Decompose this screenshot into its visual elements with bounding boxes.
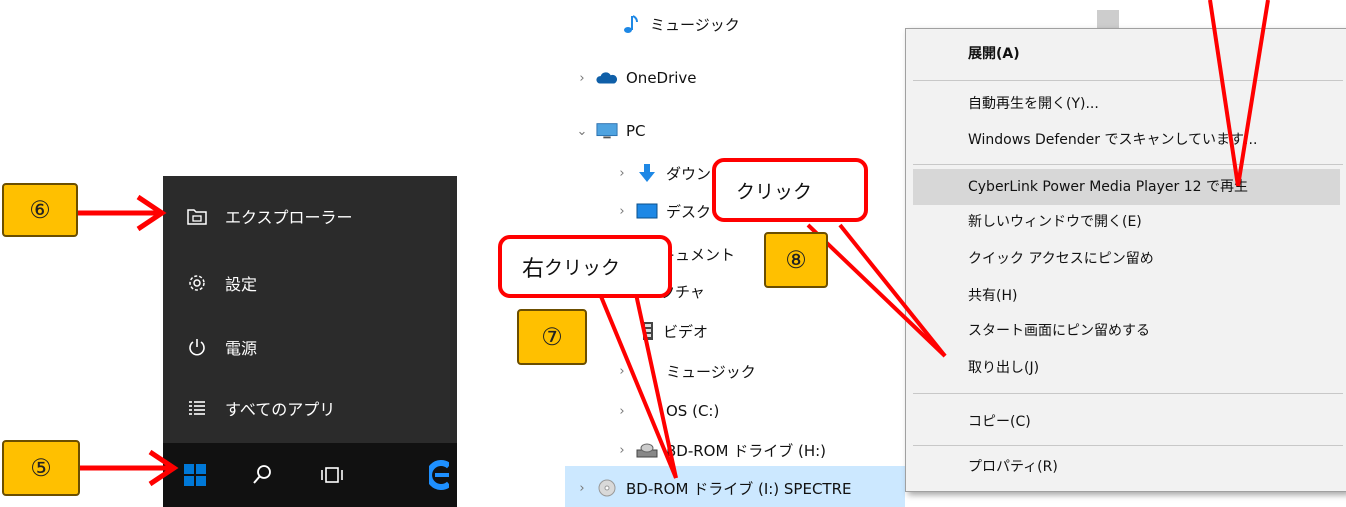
chevron-right-icon[interactable]: › <box>614 443 630 458</box>
arrow-to-start <box>80 449 179 487</box>
tree-item-music[interactable]: › ミュージック <box>614 353 756 389</box>
optical-drive-icon <box>636 441 658 459</box>
chevron-right-icon[interactable]: › <box>614 364 630 379</box>
callout-text: クリック <box>736 180 813 203</box>
step-6-marker: ⑥ <box>2 183 78 237</box>
chevron-right-icon[interactable]: › <box>614 204 630 219</box>
menu-item-open-new-window[interactable]: 新しいウィンドウで開く(E) <box>905 204 1346 240</box>
menu-item-pin-quick-access[interactable]: クイック アクセスにピン留め <box>905 241 1346 277</box>
tree-item-label: デスク <box>666 202 712 221</box>
start-item-label: 設定 <box>225 275 258 294</box>
desktop-icon <box>636 202 658 220</box>
menu-item-defender-scan[interactable]: Windows Defender でスキャンしています... <box>905 122 1346 158</box>
music-note-icon <box>620 15 642 33</box>
chevron-right-icon[interactable]: › <box>574 71 590 86</box>
tree-item-music-top[interactable]: ミュージック <box>614 6 740 42</box>
start-item-explorer[interactable]: エクスプローラー <box>163 190 457 242</box>
right-click-callout: 右クリック <box>498 235 672 298</box>
menu-separator <box>913 80 1343 81</box>
start-item-label: 電源 <box>225 339 258 358</box>
arrow-to-explorer <box>78 194 167 232</box>
start-item-label: エクスプローラー <box>225 208 353 227</box>
menu-item-pin-start[interactable]: スタート画面にピン留めする <box>905 313 1346 349</box>
search-icon[interactable] <box>227 443 297 507</box>
task-view-icon[interactable] <box>297 443 367 507</box>
tree-item-label: ミュージック <box>666 362 756 381</box>
callout-prefix: 右 <box>522 256 545 282</box>
tree-item-label: ダウン <box>666 164 712 183</box>
menu-separator <box>913 164 1343 165</box>
tree-item-desktop[interactable]: › デスク <box>614 193 711 229</box>
start-item-power[interactable]: 電源 <box>163 321 457 373</box>
tree-item-videos[interactable]: ビデオ <box>637 313 708 349</box>
music-note-icon <box>636 362 658 380</box>
start-item-all-apps[interactable]: すべてのアプリ <box>163 382 457 434</box>
menu-item-copy[interactable]: コピー(C) <box>905 404 1346 440</box>
tree-item-label: BD-ROM ドライブ (I:) SPECTRE <box>626 479 852 498</box>
chevron-right-icon[interactable]: › <box>614 404 630 419</box>
tree-item-label: ビデオ <box>663 322 709 341</box>
drive-icon <box>636 402 658 420</box>
menu-item-eject[interactable]: 取り出し(J) <box>905 350 1346 386</box>
callout-text: クリック <box>544 257 621 279</box>
power-icon <box>187 337 207 357</box>
chevron-down-icon[interactable]: ⌄ <box>574 124 590 139</box>
tree-item-downloads[interactable]: › ダウン <box>614 155 711 191</box>
menu-item-share[interactable]: 共有(H) <box>905 278 1346 314</box>
tree-item-pc[interactable]: ⌄ PC <box>574 113 646 149</box>
step-7-marker: ⑦ <box>517 309 587 365</box>
downloads-icon <box>636 164 658 182</box>
menu-item-autoplay[interactable]: 自動再生を開く(Y)... <box>905 86 1346 122</box>
all-apps-icon <box>187 398 207 418</box>
videos-icon <box>637 322 659 340</box>
windows-start-icon[interactable] <box>163 443 227 507</box>
step-5-marker: ⑤ <box>2 440 80 496</box>
click-callout: クリック <box>712 158 868 222</box>
menu-separator <box>913 393 1343 394</box>
pc-monitor-icon <box>596 122 618 140</box>
disc-icon <box>596 479 618 497</box>
chevron-right-icon[interactable]: › <box>574 481 590 496</box>
tree-item-label: BD-ROM ドライブ (H:) <box>666 441 826 460</box>
tree-item-bd-rom-h[interactable]: › BD-ROM ドライブ (H:) <box>614 432 826 468</box>
chevron-right-icon[interactable]: › <box>614 166 630 181</box>
onedrive-cloud-icon <box>596 69 618 87</box>
tree-item-label: ミュージック <box>650 15 740 34</box>
file-explorer-icon <box>187 206 207 226</box>
tree-item-bd-rom-i[interactable]: › BD-ROM ドライブ (I:) SPECTRE <box>574 470 852 506</box>
menu-separator <box>913 445 1343 446</box>
menu-item-cyberlink-play[interactable]: CyberLink Power Media Player 12 で再生 <box>905 169 1346 205</box>
step-8-marker: ⑧ <box>764 232 828 288</box>
menu-item-expand[interactable]: 展開(A) <box>905 36 1346 72</box>
tree-item-label: PC <box>626 122 646 140</box>
start-item-label: すべてのアプリ <box>225 400 336 419</box>
start-item-settings[interactable]: 設定 <box>163 257 457 309</box>
tree-item-label: OS (C:) <box>666 402 720 420</box>
tree-item-label: OneDrive <box>626 69 697 87</box>
scrollbar[interactable] <box>1097 10 1119 28</box>
menu-item-properties[interactable]: プロパティ(R) <box>905 449 1346 485</box>
taskbar <box>163 443 457 507</box>
tree-item-os-c[interactable]: › OS (C:) <box>614 393 719 429</box>
gear-icon <box>187 273 207 293</box>
tree-item-onedrive[interactable]: › OneDrive <box>574 60 697 96</box>
edge-icon[interactable] <box>429 443 457 507</box>
